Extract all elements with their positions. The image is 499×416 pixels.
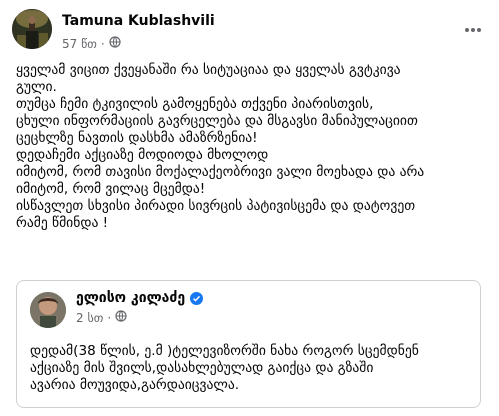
- more-dots-icon: [465, 28, 481, 32]
- author-avatar[interactable]: [12, 9, 52, 49]
- globe-icon: [115, 310, 127, 325]
- post-meta: 57 წთ ·: [62, 36, 121, 51]
- author-name[interactable]: Tamuna Kublashvili: [62, 13, 215, 29]
- shared-author-avatar[interactable]: [30, 292, 66, 328]
- shared-author-row: ელისო კილაძე: [76, 290, 204, 306]
- post-time[interactable]: 57 წთ: [62, 37, 97, 51]
- globe-icon: [109, 36, 121, 51]
- shared-post-card[interactable]: ელისო კილაძე 2 სთ · დედამ(38 წლის, ე.მ )…: [16, 280, 481, 408]
- verified-badge-icon: [190, 291, 204, 305]
- shared-post-time[interactable]: 2 სთ: [76, 311, 103, 325]
- shared-avatar-photo: [30, 292, 66, 328]
- facebook-post: Tamuna Kublashvili 57 წთ · ყველამ ვიცით …: [0, 0, 499, 416]
- meta-separator: ·: [100, 36, 105, 51]
- shared-post-meta: 2 სთ ·: [76, 310, 127, 325]
- shared-meta-separator: ·: [107, 310, 112, 325]
- post-text: ყველამ ვიცით ქვეყანაში რა სიტუაციაა და ყ…: [16, 62, 425, 231]
- more-options-button[interactable]: [461, 20, 485, 40]
- shared-post-text: დედამ(38 წლის, ე.მ )ტელევიზორში ნახა როგ…: [30, 343, 419, 393]
- avatar-photo: [12, 9, 52, 49]
- shared-author-name[interactable]: ელისო კილაძე: [76, 290, 185, 306]
